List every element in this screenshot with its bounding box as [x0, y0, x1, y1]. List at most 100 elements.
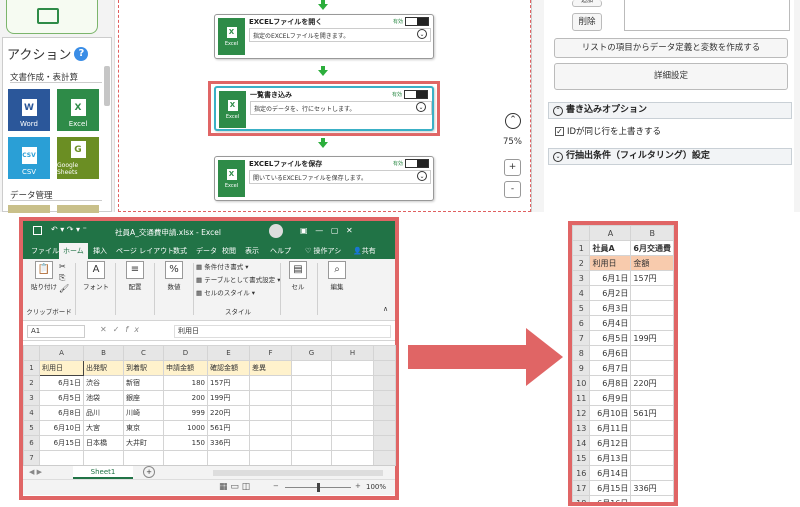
collapse-ribbon-icon[interactable]: ∧	[383, 305, 388, 313]
tile-partial[interactable]	[57, 205, 99, 213]
column-header[interactable]: B	[630, 225, 674, 241]
cell[interactable]: 336円	[630, 480, 674, 496]
tile-google-sheets[interactable]: G Google Sheets	[57, 137, 99, 179]
cell[interactable]	[630, 420, 674, 436]
row-header[interactable]: 6	[572, 315, 591, 331]
cell[interactable]: 渋谷	[83, 375, 124, 391]
cell[interactable]: 561円	[630, 405, 674, 421]
cell[interactable]: 1000	[163, 420, 208, 436]
cell[interactable]: 220円	[630, 375, 674, 391]
save-icon[interactable]	[33, 226, 42, 235]
cell[interactable]: 申請金額	[163, 360, 208, 376]
row-header[interactable]: 9	[572, 360, 591, 376]
cell[interactable]: 999	[163, 405, 208, 421]
cell[interactable]: 6月16日	[589, 495, 632, 502]
cell[interactable]: 6月4日	[589, 315, 632, 331]
cell[interactable]: 日本橋	[83, 435, 124, 451]
cell[interactable]: 200	[163, 390, 208, 406]
column-header[interactable]: H	[331, 345, 374, 361]
paste-button[interactable]: 📋 貼り付け	[27, 261, 61, 291]
row-header[interactable]: 12	[572, 405, 591, 421]
cell[interactable]	[291, 375, 332, 391]
row-header[interactable]: 4	[23, 405, 40, 421]
column-header[interactable]: B	[83, 345, 124, 361]
cell[interactable]	[331, 420, 374, 436]
window-controls[interactable]: ▣ — ▢ ✕	[300, 226, 353, 235]
editing-button[interactable]: ⌕ 編集	[320, 261, 354, 291]
cell[interactable]: 到着駅	[123, 360, 164, 376]
zoom-out-button[interactable]: -	[504, 181, 521, 198]
font-button[interactable]: A フォント	[79, 261, 113, 291]
table-format-button[interactable]: ▦ テーブルとして書式設定 ▾	[196, 274, 280, 287]
help-icon[interactable]: ?	[74, 46, 89, 61]
sidebar-scrollbar[interactable]	[104, 66, 110, 106]
tab-insert[interactable]: 挿入	[93, 246, 107, 256]
cell[interactable]	[630, 315, 674, 331]
cell[interactable]	[630, 450, 674, 466]
row-header[interactable]: 2	[572, 255, 591, 271]
cell[interactable]	[249, 450, 292, 466]
cell[interactable]: 6月8日	[39, 405, 84, 421]
cells-button[interactable]: ▤ セル	[281, 261, 315, 291]
node-toggle[interactable]	[405, 159, 429, 168]
tab-help[interactable]: ヘルプ	[270, 246, 291, 256]
cell[interactable]: 6月1日	[39, 375, 84, 391]
cell[interactable]: 6月11日	[589, 420, 632, 436]
cell[interactable]: 6月12日	[589, 435, 632, 451]
row-header[interactable]: 5	[23, 420, 40, 436]
overwrite-option[interactable]: ✓ IDが同じ行を上書きする	[555, 125, 661, 137]
alignment-button[interactable]: ≡ 配置	[118, 261, 152, 291]
row-header[interactable]: 16	[572, 465, 591, 481]
create-definition-button[interactable]: リストの項目からデータ定義と変数を作成する	[554, 38, 788, 58]
cell[interactable]	[249, 420, 292, 436]
cell[interactable]: 6月3日	[589, 300, 632, 316]
cell[interactable]: 6月7日	[589, 360, 632, 376]
cell[interactable]	[123, 450, 164, 466]
detail-settings-button[interactable]: 詳細設定	[554, 63, 788, 90]
vertical-scrollbar[interactable]	[373, 345, 396, 361]
cell[interactable]: 180	[163, 375, 208, 391]
horizontal-scrollbar[interactable]	[213, 470, 383, 476]
cell[interactable]: 199円	[207, 390, 250, 406]
tab-review[interactable]: 校閲	[222, 246, 236, 256]
tab-formulas[interactable]: 数式	[173, 246, 187, 256]
cell-style-button[interactable]: ▦ セルのスタイル ▾	[196, 287, 280, 300]
tab-file[interactable]: ファイル	[31, 246, 59, 256]
overwrite-checkbox[interactable]: ✓	[555, 126, 564, 136]
cell[interactable]: 6月2日	[589, 285, 632, 301]
row-header[interactable]: 10	[572, 375, 591, 391]
cell[interactable]: 品川	[83, 405, 124, 421]
cell[interactable]	[249, 390, 292, 406]
tab-tell-me[interactable]: ♡ 操作アシ	[305, 246, 341, 256]
cell[interactable]: 利用日	[589, 255, 632, 271]
column-header[interactable]: E	[207, 345, 250, 361]
select-all-corner[interactable]	[572, 225, 591, 241]
row-header[interactable]: 5	[572, 300, 591, 316]
column-header[interactable]: C	[123, 345, 164, 361]
cell[interactable]: 川崎	[123, 405, 164, 421]
zoom-in-icon[interactable]: +	[355, 482, 361, 490]
cell[interactable]: 差異	[249, 360, 292, 376]
cell[interactable]: 利用日	[39, 360, 84, 376]
cell[interactable]	[630, 345, 674, 361]
chevron-up-icon[interactable]: ⌃	[505, 113, 521, 129]
tile-csv[interactable]: CSV CSV	[8, 137, 50, 179]
sheet-nav-icon[interactable]: ◀ ▶	[29, 468, 42, 476]
cell[interactable]	[630, 285, 674, 301]
tile-word[interactable]: W Word	[8, 89, 50, 131]
cell[interactable]	[630, 360, 674, 376]
chevron-down-icon[interactable]: ⌄	[417, 29, 427, 39]
cell[interactable]: 6月14日	[589, 465, 632, 481]
formula-input[interactable]: 利用日	[174, 325, 391, 338]
clipboard-tools[interactable]: ✂ ⎘ 🖌	[59, 261, 69, 294]
cell[interactable]	[291, 450, 332, 466]
cell[interactable]: 336円	[207, 435, 250, 451]
formula-icons[interactable]: ✕✓fx	[100, 325, 145, 334]
column-header[interactable]: A	[39, 345, 84, 361]
node-toggle[interactable]	[404, 90, 428, 99]
zoom-out-icon[interactable]: −	[273, 482, 279, 490]
cell[interactable]	[291, 390, 332, 406]
cell[interactable]	[630, 495, 674, 502]
cell[interactable]	[331, 390, 374, 406]
row-header[interactable]: 4	[572, 285, 591, 301]
